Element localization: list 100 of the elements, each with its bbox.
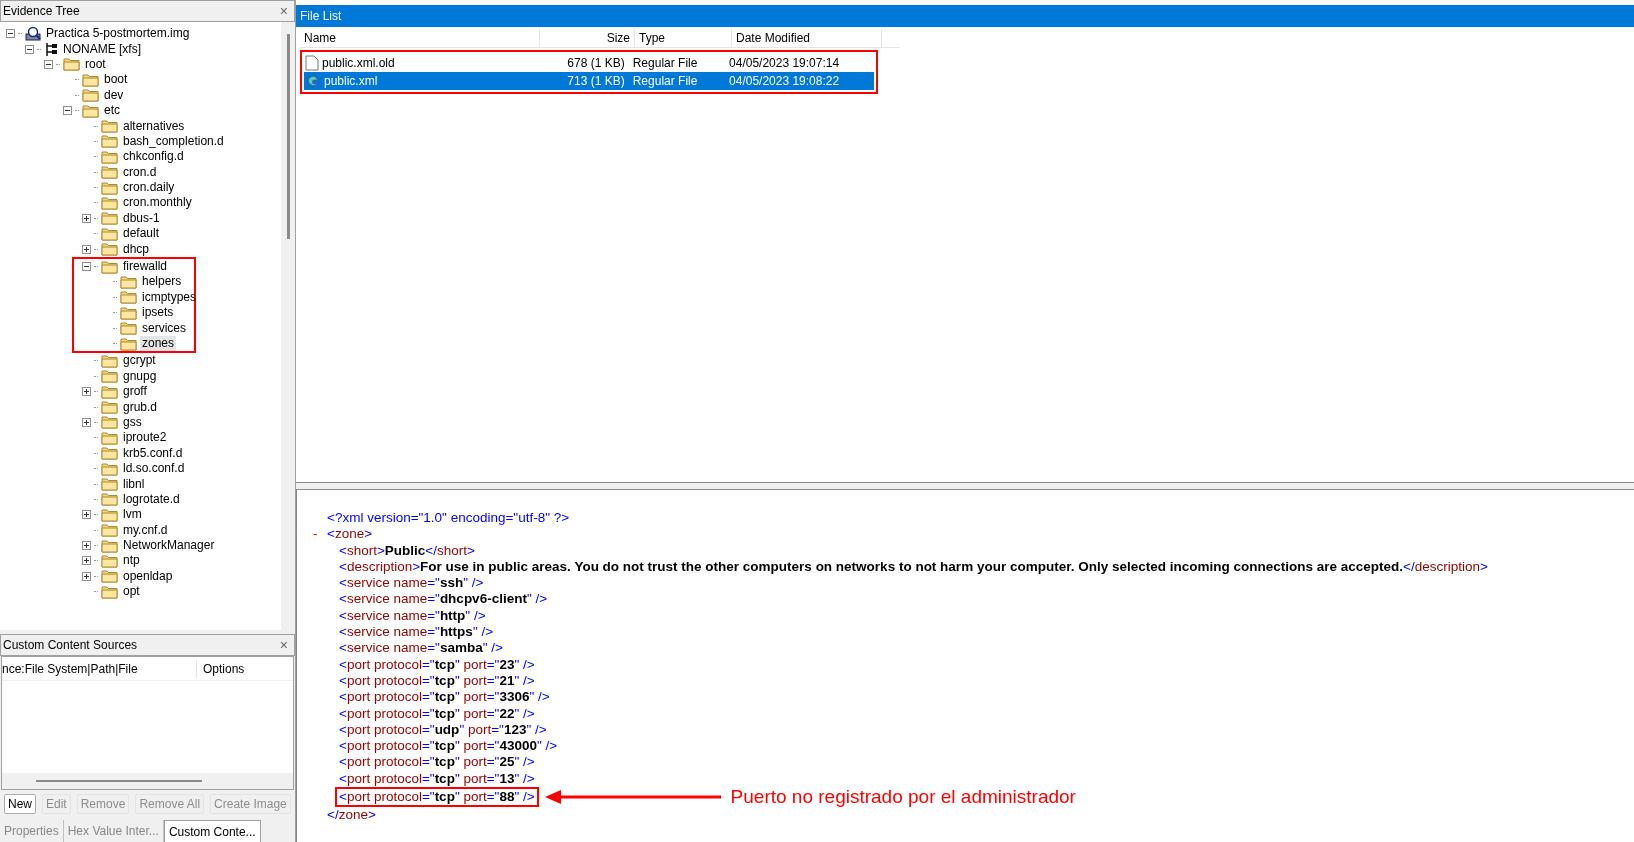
expand-icon[interactable] bbox=[82, 213, 91, 223]
expand-icon[interactable] bbox=[82, 541, 91, 551]
collapse-icon[interactable] bbox=[44, 59, 53, 69]
xml-line: <description>For use in public areas. You do not trust the other computers on networks to not harm your computer. Only selected incoming connections are accepted.</description> bbox=[339, 558, 1488, 576]
tree-item[interactable]: zones bbox=[140, 336, 177, 351]
file-name: public.xml bbox=[324, 73, 378, 90]
file-size: 713 (1 KB) bbox=[566, 73, 626, 90]
xml-line: <service name="ssh" /> bbox=[339, 575, 484, 592]
file-type: Regular File bbox=[631, 55, 699, 72]
folder-icon bbox=[82, 72, 99, 87]
file-row[interactable]: public.xml 713 (1 KB) Regular File 04/05/2023 19:08:22 bbox=[304, 72, 874, 90]
xml-line: <zone> bbox=[327, 526, 373, 543]
scrollbar[interactable] bbox=[2, 773, 293, 789]
folder-icon bbox=[120, 321, 137, 336]
folder-icon bbox=[101, 430, 118, 445]
panel-title: File List bbox=[300, 8, 342, 25]
tree-item[interactable]: root bbox=[83, 56, 108, 72]
tree-item[interactable]: cron.d bbox=[121, 164, 159, 180]
tree-item[interactable]: gnupg bbox=[121, 368, 159, 384]
tree-item[interactable]: boot bbox=[102, 72, 130, 88]
file-row[interactable]: public.xml.old 678 (1 KB) Regular File 04/05/2023 19:07:14 bbox=[304, 54, 874, 72]
expand-icon[interactable] bbox=[82, 571, 91, 581]
folder-icon bbox=[101, 461, 118, 476]
xml-line: <service name="https" /> bbox=[339, 624, 494, 641]
tree-item[interactable]: libnl bbox=[121, 476, 147, 492]
collapse-icon[interactable] bbox=[25, 44, 34, 54]
folder-icon bbox=[101, 400, 118, 415]
scrollbar[interactable] bbox=[281, 22, 295, 630]
folder-icon bbox=[101, 415, 118, 430]
xml-line: <port protocol="tcp" port="13" /> bbox=[339, 770, 535, 788]
column-header[interactable]: Date Modified bbox=[732, 28, 882, 47]
folder-icon bbox=[101, 507, 118, 522]
collapse-icon[interactable] bbox=[82, 262, 91, 272]
tree-item[interactable]: ld.so.conf.d bbox=[121, 461, 187, 477]
collapse-toggle[interactable]: - bbox=[313, 526, 327, 543]
xml-line: <service name="dhcpv6-client" /> bbox=[339, 591, 548, 608]
toolbar-button[interactable]: New bbox=[4, 794, 36, 814]
tree-item[interactable]: groff bbox=[121, 384, 149, 400]
folder-icon bbox=[120, 274, 137, 289]
folder-icon bbox=[120, 290, 137, 305]
file-name: public.xml.old bbox=[322, 55, 395, 72]
tree-item[interactable]: openldap bbox=[121, 568, 175, 584]
expand-icon[interactable] bbox=[82, 417, 91, 427]
close-button[interactable]: × bbox=[275, 638, 292, 652]
folder-icon bbox=[82, 88, 99, 103]
tree-item[interactable]: grub.d bbox=[121, 399, 160, 415]
xml-line: <port protocol="tcp" port="25" /> bbox=[339, 754, 535, 771]
tree-item[interactable]: gcrypt bbox=[121, 353, 158, 369]
expand-icon[interactable] bbox=[82, 387, 91, 397]
tree-item[interactable]: dhcp bbox=[121, 241, 152, 257]
tree-item[interactable]: iproute2 bbox=[121, 430, 169, 446]
expand-icon[interactable] bbox=[82, 510, 91, 520]
annotation-text: Puerto no registrado por el administrador bbox=[730, 789, 1076, 806]
splitter[interactable] bbox=[296, 482, 1634, 490]
tab[interactable]: Custom Conte... bbox=[163, 820, 261, 842]
xml-line: <?xml version="1.0" encoding="utf-8" ?> bbox=[327, 510, 571, 527]
folder-icon bbox=[101, 523, 118, 538]
tree-item[interactable]: dbus-1 bbox=[121, 210, 162, 226]
tree-item[interactable]: alternatives bbox=[121, 118, 187, 134]
file-date: 04/05/2023 19:08:22 bbox=[728, 73, 841, 90]
tree-item[interactable]: NONAME [xfs] bbox=[61, 41, 143, 57]
tree-item[interactable]: my.cnf.d bbox=[121, 522, 170, 538]
tree-item[interactable]: gss bbox=[121, 414, 144, 430]
folder-icon bbox=[101, 134, 118, 149]
folder-icon bbox=[101, 119, 118, 134]
tree-item[interactable]: default bbox=[121, 226, 162, 242]
column-header[interactable]: Size bbox=[540, 28, 635, 47]
tree-item[interactable]: services bbox=[140, 320, 188, 336]
folder-icon bbox=[101, 492, 118, 507]
tree-item[interactable]: Practica 5-postmortem.img bbox=[44, 26, 192, 42]
tree-item[interactable]: lvm bbox=[121, 507, 144, 523]
column-header[interactable]: Options bbox=[197, 659, 245, 678]
tree-item[interactable]: ipsets bbox=[140, 305, 176, 321]
tree-item[interactable]: dev bbox=[102, 87, 126, 103]
tree-item[interactable]: logrotate.d bbox=[121, 491, 182, 507]
tree-item[interactable]: cron.daily bbox=[121, 180, 177, 196]
collapse-icon[interactable] bbox=[63, 106, 72, 116]
disk-image-icon bbox=[25, 26, 41, 42]
collapse-icon[interactable] bbox=[6, 29, 15, 39]
expand-icon[interactable] bbox=[82, 244, 91, 254]
xml-line: <port protocol="tcp" port="21" /> bbox=[339, 672, 535, 690]
expand-icon[interactable] bbox=[82, 556, 91, 566]
folder-icon bbox=[101, 211, 118, 226]
folder-icon bbox=[82, 103, 99, 118]
xml-line: <port protocol="udp" port="123" /> bbox=[339, 721, 547, 739]
tree-item[interactable]: etc bbox=[102, 103, 122, 119]
tree-item[interactable]: opt bbox=[121, 584, 142, 600]
column-header[interactable]: Type bbox=[635, 28, 732, 47]
tree-item[interactable]: firewalld bbox=[121, 259, 169, 275]
tree-item[interactable]: krb5.conf.d bbox=[121, 445, 185, 461]
folder-icon bbox=[101, 353, 118, 368]
tree-item[interactable]: ntp bbox=[121, 553, 142, 569]
column-header[interactable]: nce:File System|Path|File bbox=[2, 659, 197, 678]
tree-item[interactable]: helpers bbox=[140, 274, 184, 290]
column-header[interactable]: Name bbox=[300, 28, 540, 47]
close-button[interactable]: × bbox=[275, 4, 292, 18]
tree-item[interactable]: NetworkManager bbox=[121, 538, 217, 554]
tree-item[interactable]: cron.monthly bbox=[121, 195, 194, 211]
tree-item[interactable]: bash_completion.d bbox=[121, 133, 226, 149]
tree-item[interactable]: chkconfig.d bbox=[121, 149, 186, 165]
